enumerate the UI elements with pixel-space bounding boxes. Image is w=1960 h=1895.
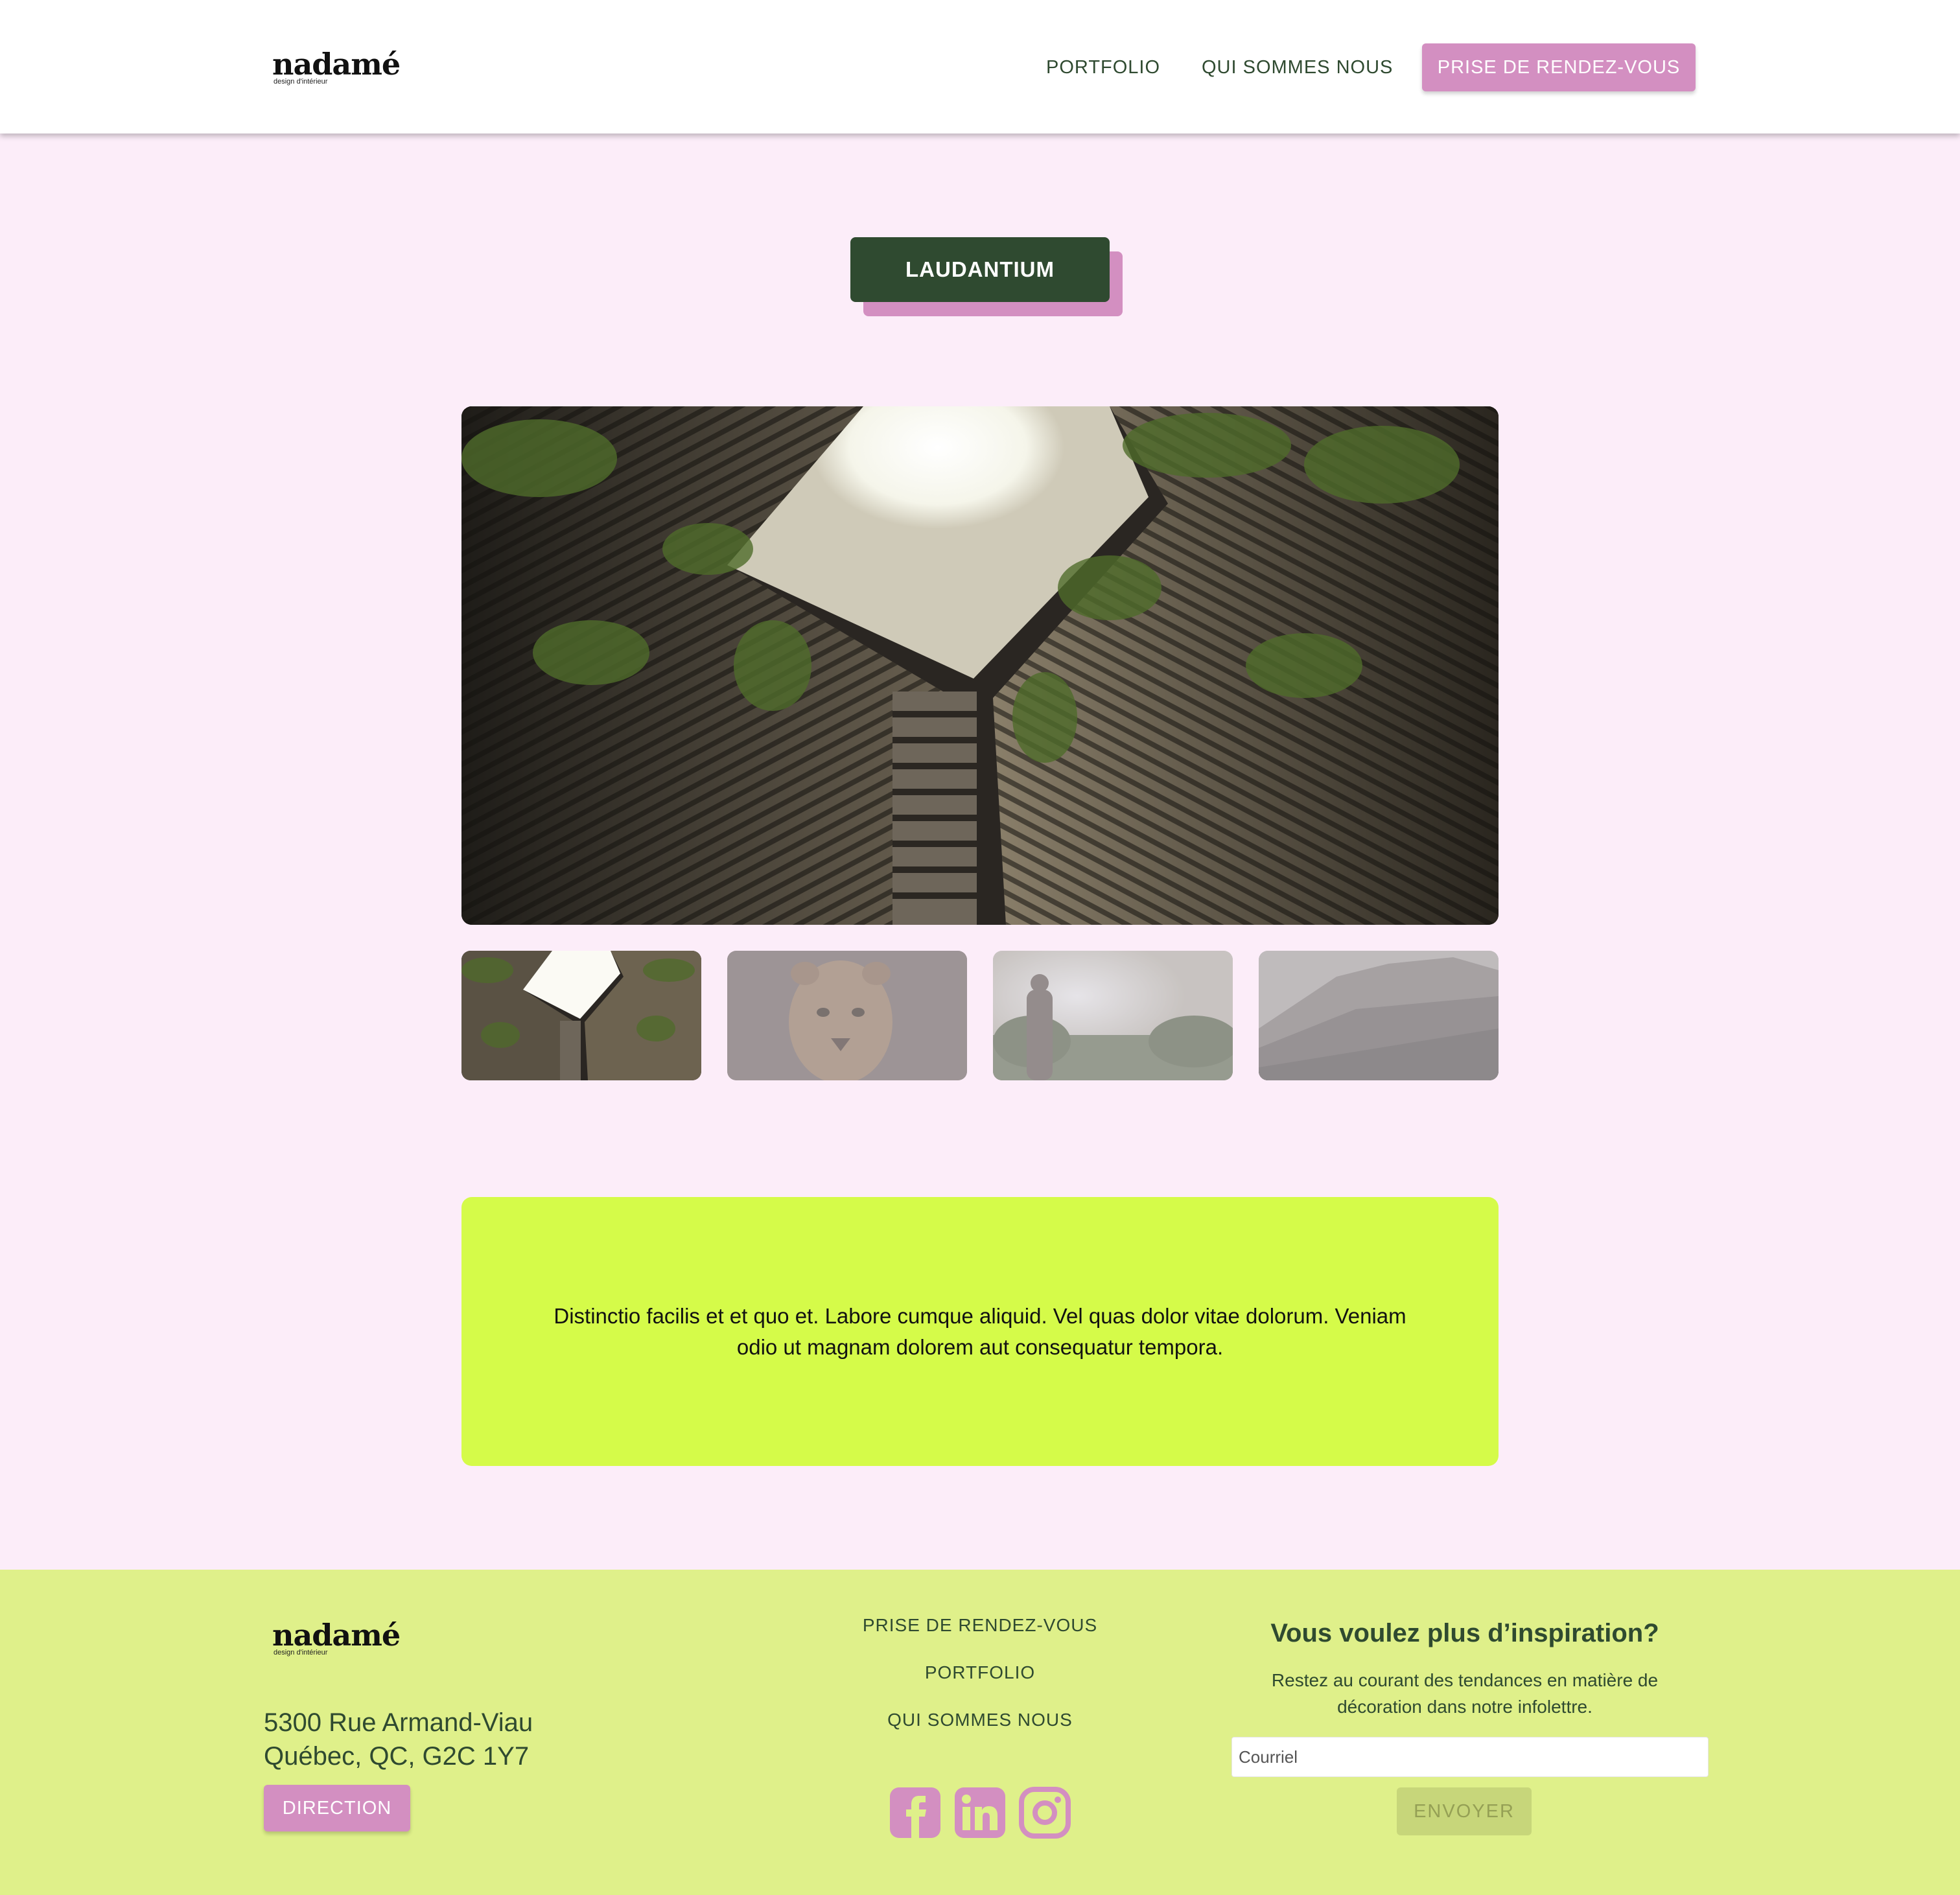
newsletter-send-button[interactable]: ENVOYER — [1397, 1787, 1532, 1835]
address-line-2: Québec, QC, G2C 1Y7 — [264, 1742, 530, 1771]
lioness-thumbnail — [727, 951, 967, 1080]
nav-portfolio-link[interactable]: PORTFOLIO — [1046, 57, 1160, 78]
building-courtyard-thumbnail — [461, 951, 701, 1080]
footer-brand-name: nadamé — [272, 1618, 401, 1653]
nav-about-link[interactable]: QUI SOMMES NOUS — [1202, 57, 1393, 78]
gallery-thumbnail-1[interactable] — [461, 951, 701, 1080]
instagram-icon[interactable] — [1018, 1785, 1072, 1840]
site-footer: nadamé design d'intérieur 5300 Rue Arman… — [0, 1570, 1960, 1895]
mountain-landscape-thumbnail — [1259, 951, 1499, 1080]
footer-appointment-link[interactable]: PRISE DE RENDEZ-VOUS — [850, 1615, 1110, 1636]
project-title: LAUDANTIUM — [850, 237, 1110, 302]
newsletter-title: Vous voulez plus d’inspiration? — [1270, 1619, 1659, 1647]
footer-brand-logo[interactable]: nadamé design d'intérieur — [272, 1618, 401, 1657]
building-courtyard-photo — [461, 406, 1499, 925]
hiker-sunlight-thumbnail — [993, 951, 1233, 1080]
gallery-thumbnail-4[interactable] — [1259, 951, 1499, 1080]
main-gallery-image — [461, 406, 1499, 925]
newsletter-email-input[interactable] — [1231, 1737, 1709, 1777]
gallery-thumbnail-2[interactable] — [727, 951, 967, 1080]
gallery-thumbnail-3[interactable] — [993, 951, 1233, 1080]
nav-appointment-button[interactable]: PRISE DE RENDEZ-VOUS — [1422, 43, 1696, 91]
footer-about-link[interactable]: QUI SOMMES NOUS — [850, 1710, 1110, 1730]
site-header: nadamé design d'intérieur PORTFOLIO QUI … — [0, 0, 1960, 134]
footer-portfolio-link[interactable]: PORTFOLIO — [850, 1662, 1110, 1683]
linkedin-icon[interactable] — [953, 1785, 1007, 1840]
address-line-1: 5300 Rue Armand-Viau — [264, 1708, 533, 1737]
newsletter-description: Restez au courant des tendances en matiè… — [1271, 1670, 1659, 1717]
project-description-card: Distinctio facilis et et quo et. Labore … — [461, 1197, 1499, 1466]
brand-logo[interactable]: nadamé design d'intérieur — [272, 47, 401, 86]
direction-button[interactable]: DIRECTION — [264, 1785, 410, 1831]
brand-name: nadamé — [272, 47, 401, 82]
address-block: 5300 Rue Armand-Viau Québec, QC, G2C 1Y7 — [264, 1706, 533, 1773]
facebook-icon[interactable] — [888, 1785, 942, 1840]
project-description: Distinctio facilis et et quo et. Labore … — [554, 1303, 1406, 1359]
